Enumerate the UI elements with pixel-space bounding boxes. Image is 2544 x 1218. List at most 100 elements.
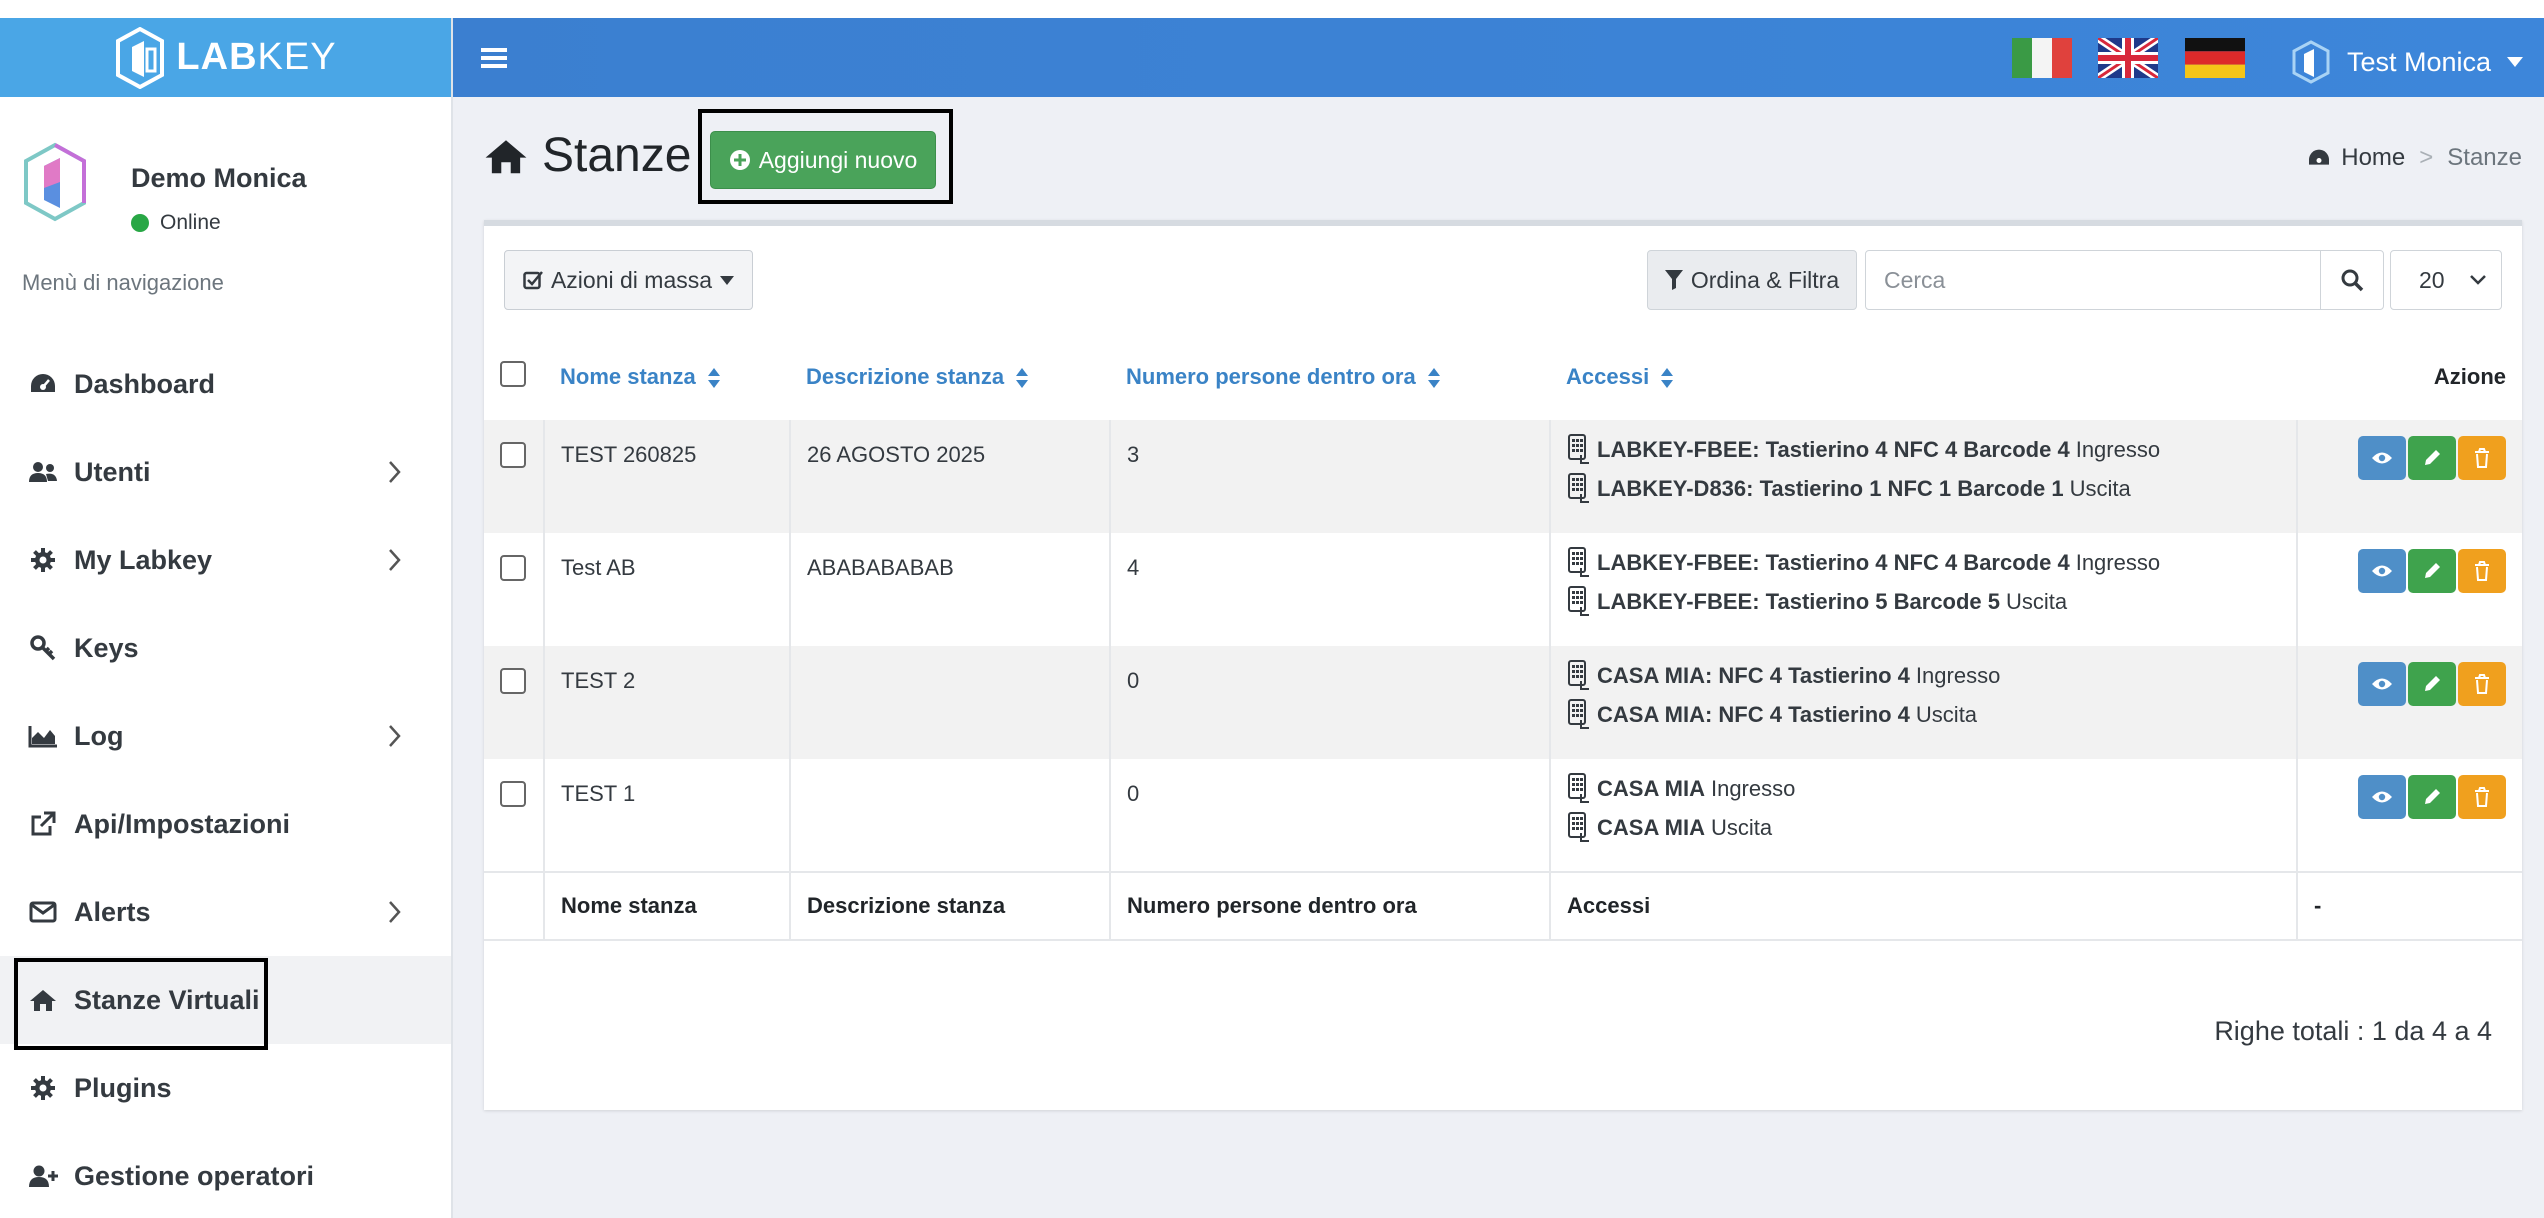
dashboard-icon: [2309, 149, 2330, 165]
rooms-table: Nome stanza Descrizione stanza Numero pe…: [484, 334, 2522, 941]
keypad-icon: [1568, 433, 1589, 464]
column-header-access[interactable]: Accessi: [1550, 334, 2297, 420]
delete-button[interactable]: [2458, 775, 2506, 819]
sidebar-item-log[interactable]: Log: [0, 692, 451, 780]
edit-button[interactable]: [2408, 549, 2456, 593]
row-checkbox[interactable]: [500, 781, 526, 807]
key-icon: [26, 633, 60, 663]
sidebar-item-keys[interactable]: Keys: [0, 604, 451, 692]
access-entry: LABKEY-FBEE: Tastierino 5 Barcode 5 Uscit…: [1567, 582, 2296, 621]
caret-down-icon: [720, 275, 735, 285]
flag-uk-icon[interactable]: [2098, 38, 2158, 78]
edit-button[interactable]: [2408, 662, 2456, 706]
sidebar-item-utenti[interactable]: Utenti: [0, 428, 451, 516]
column-header-action: Azione: [2433, 364, 2506, 389]
view-button[interactable]: [2358, 436, 2406, 480]
add-new-button[interactable]: Aggiungi nuovo: [710, 131, 936, 189]
search-button[interactable]: [2320, 250, 2384, 310]
people-count: 0: [1109, 646, 1550, 759]
column-header-people[interactable]: Numero persone dentro ora: [1110, 334, 1550, 420]
user-menu[interactable]: Test Monica: [2291, 40, 2524, 84]
eye-icon: [2372, 791, 2392, 803]
view-button[interactable]: [2358, 775, 2406, 819]
row-checkbox[interactable]: [500, 668, 526, 694]
breadcrumb-home-link[interactable]: Home: [2341, 144, 2405, 172]
area-chart-icon: [26, 721, 60, 751]
brand-name: LABKEY: [176, 36, 337, 78]
sidebar-item-dashboard[interactable]: Dashboard: [0, 340, 451, 428]
gear-icon: [26, 1073, 60, 1103]
sidebar-item-my-labkey[interactable]: My Labkey: [0, 516, 451, 604]
eye-icon: [2372, 565, 2392, 577]
chevron-right-icon: [389, 901, 401, 923]
sort-icon: [1427, 368, 1440, 389]
total-rows: Righe totali : 1 da 4 a 4: [2214, 1016, 2492, 1046]
view-button[interactable]: [2358, 662, 2406, 706]
edit-button[interactable]: [2408, 775, 2456, 819]
delete-button[interactable]: [2458, 436, 2506, 480]
keypad-icon: [1568, 772, 1589, 803]
external-link-icon: [26, 809, 60, 839]
labkey-logo-icon: [116, 26, 165, 89]
column-header-name[interactable]: Nome stanza: [544, 334, 790, 420]
eye-icon: [2372, 452, 2392, 464]
users-icon: [26, 457, 60, 487]
breadcrumb-separator: >: [2419, 144, 2434, 171]
pencil-icon: [2425, 789, 2440, 804]
delete-button[interactable]: [2458, 662, 2506, 706]
action-cell: [2296, 759, 2522, 872]
keypad-icon: [1568, 659, 1589, 690]
delete-button[interactable]: [2458, 549, 2506, 593]
table-row: TEST 1 0 CASA MIA Ingresso CASA MIA Uscita: [484, 759, 2522, 872]
brand-logo[interactable]: LABKEY: [0, 18, 451, 97]
search-icon: [2341, 269, 2364, 292]
caret-down-icon: [2507, 57, 2524, 67]
table-footer-row: Nome stanza Descrizione stanza Numero pe…: [484, 871, 2522, 941]
trash-icon: [2475, 561, 2489, 581]
access-entry: CASA MIA Ingresso: [1567, 769, 2296, 808]
flag-italy-icon[interactable]: [2012, 38, 2072, 78]
sidebar-item-gestione-operatori[interactable]: Gestione operatori: [0, 1132, 451, 1218]
user-status: Online: [131, 211, 221, 235]
chevron-right-icon: [389, 461, 401, 483]
flag-germany-icon[interactable]: [2185, 38, 2245, 78]
hamburger-menu-icon[interactable]: [481, 46, 507, 70]
footer-description: Descrizione stanza: [789, 871, 1110, 941]
avatar: [24, 142, 86, 222]
page-title: Stanze: [484, 128, 691, 183]
sidebar: LABKEY Demo Monica Online Menù di naviga…: [0, 18, 453, 1218]
bulk-actions-dropdown[interactable]: Azioni di massa: [504, 250, 753, 310]
row-checkbox[interactable]: [500, 442, 526, 468]
sort-icon: [707, 368, 720, 389]
sidebar-item-plugins[interactable]: Plugins: [0, 1044, 451, 1132]
access-entry: CASA MIA: NFC 4 Tastierino 4 Uscita: [1567, 695, 2296, 734]
sidebar-item-stanze-virtuali[interactable]: Stanze Virtuali: [0, 956, 451, 1050]
search-input[interactable]: [1865, 250, 2321, 310]
sort-icon: [1661, 368, 1674, 389]
access-entry: LABKEY-D836: Tastierino 1 NFC 1 Barcode …: [1567, 469, 2296, 508]
page-size-select[interactable]: 20: [2390, 250, 2502, 310]
sort-filter-button[interactable]: Ordina & Filtra: [1647, 250, 1857, 310]
footer-select-cell: [484, 871, 544, 941]
room-name: Test AB: [543, 533, 790, 646]
sidebar-item-api-impostazioni[interactable]: Api/Impostazioni: [0, 780, 451, 868]
edit-button[interactable]: [2408, 436, 2456, 480]
row-checkbox[interactable]: [500, 555, 526, 581]
select-all-checkbox[interactable]: [500, 361, 526, 387]
select-all-cell: [484, 334, 544, 420]
sort-icon: [1016, 368, 1029, 389]
room-description: [789, 759, 1110, 872]
access-cell: LABKEY-FBEE: Tastierino 4 NFC 4 Barcode …: [1549, 533, 2297, 646]
user-plus-icon: [26, 1161, 60, 1191]
breadcrumb-current: Stanze: [2447, 144, 2522, 171]
keypad-icon: [1568, 811, 1589, 842]
room-name: TEST 2: [543, 646, 790, 759]
sidebar-item-alerts[interactable]: Alerts: [0, 868, 451, 956]
footer-people: Numero persone dentro ora: [1109, 871, 1550, 941]
pencil-icon: [2425, 563, 2440, 578]
column-header-description[interactable]: Descrizione stanza: [790, 334, 1110, 420]
footer-name: Nome stanza: [543, 871, 790, 941]
view-button[interactable]: [2358, 549, 2406, 593]
trash-icon: [2475, 674, 2489, 694]
access-entry: CASA MIA: NFC 4 Tastierino 4 Ingresso: [1567, 656, 2296, 695]
